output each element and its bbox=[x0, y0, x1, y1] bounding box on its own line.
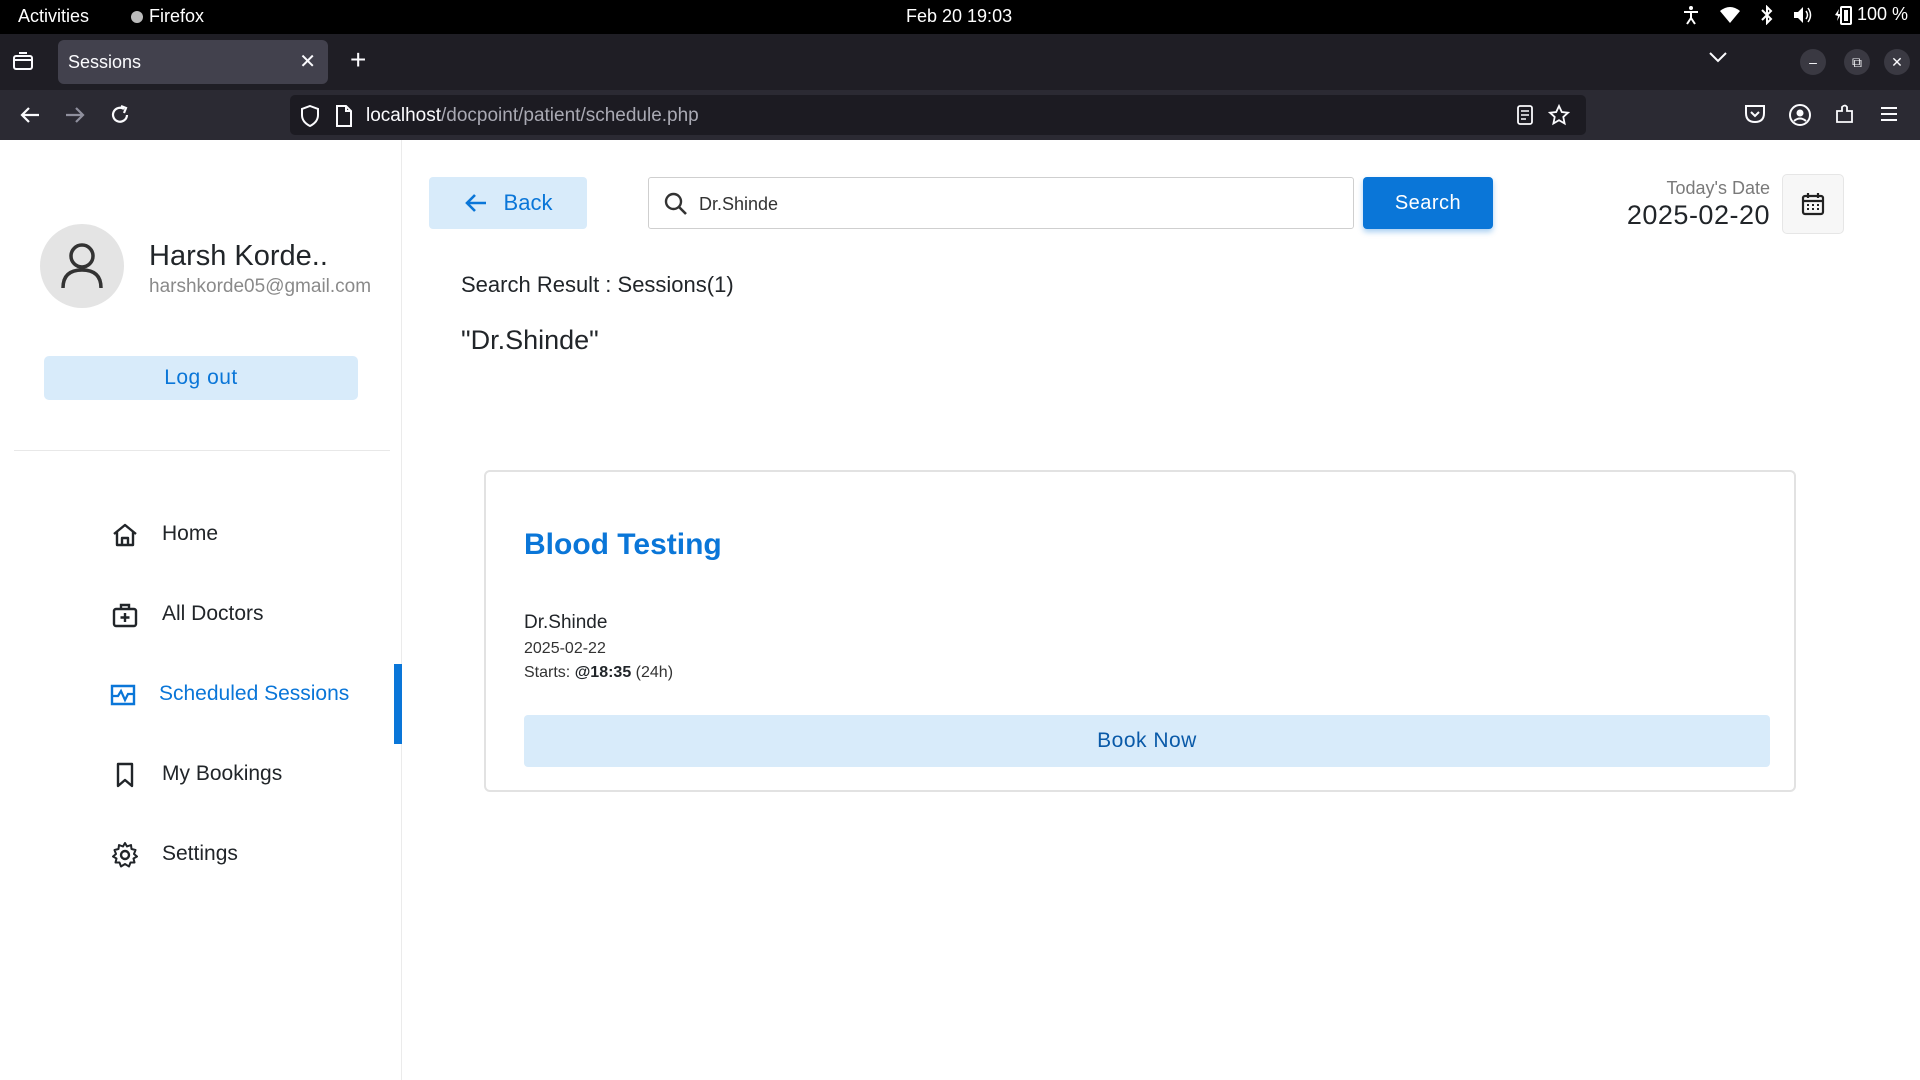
search-button[interactable]: Search bbox=[1363, 177, 1493, 229]
minimize-icon[interactable]: – bbox=[1800, 49, 1826, 75]
session-start-time: Starts: @18:35 (24h) bbox=[524, 664, 673, 682]
time-format: (24h) bbox=[631, 664, 674, 681]
sidebar-item-label: Scheduled Sessions bbox=[159, 682, 350, 705]
calendar-button[interactable] bbox=[1782, 174, 1844, 234]
web-page: Harsh Korde.. harshkorde05@gmail.com Log… bbox=[0, 140, 1920, 1080]
search-result-heading: Search Result : Sessions(1) bbox=[461, 272, 734, 297]
system-top-bar: Activities Firefox Feb 20 19:03 100 % bbox=[0, 0, 1920, 34]
doctor-bag-icon bbox=[112, 603, 138, 628]
back-button-label: Back bbox=[503, 190, 553, 215]
sidebar-item-all-doctors[interactable]: All Doctors bbox=[0, 584, 402, 644]
app-name: Firefox bbox=[149, 6, 205, 26]
back-arrow-icon[interactable] bbox=[18, 103, 42, 127]
bookmark-star-icon[interactable] bbox=[1548, 104, 1570, 126]
calendar-icon bbox=[1801, 193, 1825, 216]
logout-button[interactable]: Log out bbox=[44, 356, 358, 400]
todays-date-label: Today's Date bbox=[1666, 178, 1771, 198]
tab-title: Sessions bbox=[68, 52, 142, 72]
firefox-view-icon[interactable] bbox=[12, 51, 34, 71]
new-tab-icon[interactable]: + bbox=[350, 44, 366, 76]
arrow-left-icon bbox=[464, 194, 486, 212]
clock[interactable]: Feb 20 19:03 bbox=[906, 6, 1012, 27]
pocket-icon[interactable] bbox=[1744, 103, 1766, 125]
search-query-echo: "Dr.Shinde" bbox=[461, 325, 599, 355]
bookmark-icon bbox=[116, 762, 134, 788]
sidebar-item-settings[interactable]: Settings bbox=[0, 824, 402, 884]
gear-icon bbox=[112, 842, 138, 868]
schedule-icon bbox=[110, 684, 136, 706]
chevron-down-icon[interactable] bbox=[1708, 50, 1728, 64]
volume-icon bbox=[1793, 6, 1812, 23]
restore-icon[interactable]: ⧉ bbox=[1844, 49, 1870, 75]
battery-icon bbox=[1834, 5, 1852, 25]
page-icon[interactable] bbox=[335, 105, 353, 127]
tab-strip: Sessions ✕ + – ⧉ ✕ bbox=[0, 34, 1920, 90]
sidebar-item-label: My Bookings bbox=[162, 762, 283, 785]
extensions-icon[interactable] bbox=[1834, 103, 1856, 125]
main-content: Back Search Today's Date 2025-02-20 Sear… bbox=[402, 140, 1920, 1080]
url-host: localhost bbox=[366, 105, 441, 126]
book-now-button[interactable]: Book Now bbox=[524, 715, 1770, 767]
accessibility-icon bbox=[1683, 5, 1698, 25]
starts-prefix: Starts: bbox=[524, 664, 575, 681]
search-input[interactable] bbox=[699, 190, 1339, 218]
reload-icon[interactable] bbox=[108, 103, 132, 127]
reader-view-icon[interactable] bbox=[1516, 105, 1534, 125]
sidebar-divider bbox=[14, 450, 390, 451]
url-text[interactable]: localhost/docpoint/patient/schedule.php bbox=[366, 105, 699, 127]
app-menu[interactable]: Firefox bbox=[131, 6, 204, 27]
account-icon[interactable] bbox=[1788, 103, 1812, 127]
session-card: Blood Testing Dr.Shinde 2025-02-22 Start… bbox=[484, 470, 1796, 792]
shield-icon[interactable] bbox=[300, 105, 320, 127]
activities-button[interactable]: Activities bbox=[18, 6, 89, 27]
sidebar-item-my-bookings[interactable]: My Bookings bbox=[0, 744, 402, 804]
sidebar-item-label: All Doctors bbox=[162, 602, 264, 625]
firefox-icon bbox=[131, 10, 143, 23]
navigation-bar: localhost/docpoint/patient/schedule.php bbox=[0, 90, 1920, 140]
tab-sessions[interactable]: Sessions ✕ bbox=[58, 40, 328, 84]
back-button[interactable]: Back bbox=[429, 177, 587, 229]
url-bar[interactable]: localhost/docpoint/patient/schedule.php bbox=[290, 95, 1586, 135]
start-time-value: @18:35 bbox=[574, 664, 632, 681]
home-icon bbox=[113, 523, 137, 547]
sidebar-item-label: Settings bbox=[162, 842, 238, 865]
wifi-icon bbox=[1719, 6, 1740, 23]
session-title: Blood Testing bbox=[524, 528, 722, 561]
close-window-icon[interactable]: ✕ bbox=[1884, 49, 1910, 75]
search-icon bbox=[664, 192, 687, 215]
profile-email: harshkorde05@gmail.com bbox=[149, 276, 372, 297]
sidebar-item-label: Home bbox=[162, 522, 219, 545]
hamburger-menu-icon[interactable] bbox=[1878, 103, 1900, 125]
sidebar-item-scheduled-sessions[interactable]: Scheduled Sessions bbox=[0, 664, 402, 744]
sidebar: Harsh Korde.. harshkorde05@gmail.com Log… bbox=[0, 140, 402, 1080]
url-path: /docpoint/patient/schedule.php bbox=[441, 105, 699, 126]
avatar bbox=[40, 224, 124, 308]
session-doctor: Dr.Shinde bbox=[524, 612, 608, 633]
forward-arrow-icon[interactable] bbox=[63, 103, 87, 127]
user-icon bbox=[61, 243, 103, 289]
sidebar-item-home[interactable]: Home bbox=[0, 504, 402, 564]
session-date: 2025-02-22 bbox=[524, 640, 606, 657]
search-field[interactable] bbox=[648, 177, 1354, 229]
system-tray[interactable]: 100 % bbox=[1683, 4, 1908, 25]
close-tab-icon[interactable]: ✕ bbox=[299, 49, 316, 74]
bluetooth-icon bbox=[1761, 4, 1773, 25]
active-indicator bbox=[394, 664, 402, 744]
profile-name: Harsh Korde.. bbox=[149, 240, 328, 272]
todays-date-value: 2025-02-20 bbox=[1626, 200, 1770, 230]
battery-level: 100 % bbox=[1856, 4, 1908, 24]
